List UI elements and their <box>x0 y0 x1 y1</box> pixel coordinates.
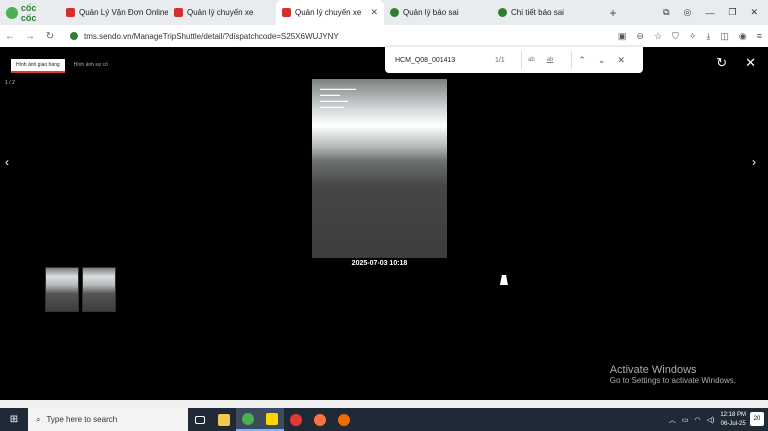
brand-label: cốc cốc <box>20 2 37 23</box>
whole-word-icon[interactable]: ab <box>547 57 554 63</box>
extensions-icon[interactable]: ✧ <box>689 31 697 42</box>
menu-icon[interactable]: ≡ <box>757 31 762 41</box>
search-placeholder: Type here to search <box>46 415 118 424</box>
viewer-tabs: Hình ảnh giao hàng Hình ảnh sự cố <box>11 59 113 73</box>
network-icon[interactable]: ◠ <box>694 416 700 424</box>
windows-start-icon[interactable]: ⊞ <box>0 408 28 431</box>
thumbnail[interactable] <box>82 267 116 312</box>
forward-icon[interactable]: → <box>20 31 40 42</box>
clock-time: 12:18 PM <box>720 411 746 418</box>
tab-delivery-images[interactable]: Hình ảnh giao hàng <box>11 59 65 73</box>
rotate-icon[interactable]: ↻ <box>716 55 727 71</box>
notification-center-icon[interactable]: 20 <box>750 412 764 426</box>
tab-chuyen-xe-active[interactable]: Quản lý chuyến xe ✕ <box>276 0 384 25</box>
chat-app-icon[interactable] <box>284 408 308 431</box>
sendo-favicon-icon <box>282 8 291 17</box>
photo-watermark: ▬▬▬▬▬▬▬▬▬ ▬▬▬▬▬ ▬▬▬▬▬▬▬ ▬▬▬▬▬▬ <box>320 86 356 109</box>
file-explorer-icon[interactable] <box>212 408 236 431</box>
mouse-cursor-icon <box>499 275 511 285</box>
fire-app-icon[interactable] <box>308 408 332 431</box>
zoom-icon[interactable]: ⊖ <box>636 31 644 42</box>
url-field[interactable]: tms.sendo.vn/ManageTripShuttle/detail/?d… <box>84 32 339 41</box>
windows-taskbar: ⊞ ⌕ Type here to search ︿ ▭ ◠ ◁) 12:18 P… <box>0 408 768 431</box>
tab-search-icon[interactable]: ⧉ <box>663 7 669 18</box>
find-input[interactable]: HCM_Q08_001413 <box>395 57 495 64</box>
clock-date: 06-Jul-25 <box>720 420 746 427</box>
system-tray: ︿ ▭ ◠ ◁) 12:18 PM 06-Jul-25 <box>669 408 746 431</box>
maximize-icon[interactable]: ❐ <box>728 7 736 18</box>
profile-icon[interactable]: ◎ <box>684 7 692 18</box>
main-photo: ▬▬▬▬▬▬▬▬▬ ▬▬▬▬▬ ▬▬▬▬▬▬▬ ▬▬▬▬▬▬ <box>312 79 447 258</box>
download-icon[interactable]: ⤓ <box>706 31 710 42</box>
task-view-icon[interactable] <box>188 408 212 431</box>
activate-windows-watermark: Activate Windows Go to Settings to activ… <box>610 364 736 385</box>
close-tab-icon[interactable]: ✕ <box>370 7 378 18</box>
tab-incident-images[interactable]: Hình ảnh sự cố <box>69 59 113 73</box>
thumbnail[interactable] <box>45 267 79 312</box>
shield-icon[interactable]: ⛉ <box>672 31 679 42</box>
account-icon[interactable]: ◉ <box>739 31 747 42</box>
tab-label: Quản Lý Vận Đơn Online ( <box>79 8 168 17</box>
report-favicon-icon <box>390 8 399 17</box>
find-count: 1/1 <box>495 56 505 64</box>
sticky-notes-icon[interactable] <box>260 408 284 431</box>
prev-image-icon[interactable]: ‹ <box>5 155 9 169</box>
volume-icon[interactable]: ◁) <box>707 416 715 424</box>
window-controls: ⧉ ◎ — ❐ ✕ <box>663 0 768 25</box>
image-counter: 1 / 2 <box>5 80 15 86</box>
sendo-favicon-icon <box>174 8 183 17</box>
taskbar-search[interactable]: ⌕ Type here to search <box>28 408 188 431</box>
divider <box>521 51 522 69</box>
bookmark-star-icon[interactable]: ☆ <box>654 31 662 42</box>
find-close-icon[interactable]: ✕ <box>617 55 625 66</box>
battery-icon[interactable]: ▭ <box>682 416 689 424</box>
clock[interactable]: 12:18 PM 06-Jul-25 <box>720 411 746 429</box>
sendo-favicon-icon <box>66 8 75 17</box>
find-prev-icon[interactable]: ⌃ <box>578 55 586 66</box>
sidebar-icon[interactable]: ◫ <box>720 31 729 42</box>
close-viewer-icon[interactable]: ✕ <box>745 55 756 71</box>
address-bar: ← → ↻ tms.sendo.vn/ManageTripShuttle/det… <box>0 25 768 47</box>
report-favicon-icon <box>498 8 507 17</box>
next-image-icon[interactable]: › <box>752 155 756 169</box>
viewer-toolbar: ↻ ✕ <box>716 55 756 71</box>
page-translate-icon[interactable]: ▣ <box>618 31 627 42</box>
tab-label: Quản lý báo sai <box>403 8 459 17</box>
new-tab-icon[interactable]: + <box>600 6 626 20</box>
image-viewer: Hình ảnh giao hàng Hình ảnh sự cố 1 / 2 … <box>0 47 768 400</box>
thumbnail-strip <box>45 267 116 312</box>
coccoc-browser-icon[interactable] <box>236 408 260 431</box>
reload-icon[interactable]: ↻ <box>40 31 60 42</box>
photo-timestamp: 2025-07-03 10:18 <box>351 260 408 267</box>
tab-bao-sai[interactable]: Quản lý báo sai <box>384 0 492 25</box>
match-case-icon[interactable]: ab <box>528 57 535 63</box>
activate-subtitle: Go to Settings to activate Windows. <box>609 376 736 385</box>
site-info-icon[interactable] <box>70 32 78 40</box>
tray-overflow-icon[interactable]: ︿ <box>669 415 676 425</box>
page-bottom-strip <box>0 400 768 408</box>
browser-tabbar: cốc cốc Quản Lý Vận Đơn Online ( Quản lý… <box>0 0 768 25</box>
tab-label: Quản lý chuyến xe <box>295 8 362 17</box>
close-window-icon[interactable]: ✕ <box>750 7 758 18</box>
browser-toolbar: ▣ ⊖ ☆ ⛉ ✧ ⤓ ◫ ◉ ≡ <box>618 25 762 47</box>
search-icon: ⌕ <box>36 414 41 424</box>
divider <box>571 51 573 69</box>
app-icon[interactable] <box>332 408 356 431</box>
back-icon[interactable]: ← <box>0 31 20 42</box>
find-next-icon[interactable]: ⌄ <box>598 55 606 66</box>
find-bar: HCM_Q08_001413 1/1 ab ab ⌃ ⌄ ✕ <box>385 47 643 73</box>
browser-logo[interactable]: cốc cốc <box>0 0 60 25</box>
tab-label: Quản lý chuyến xe <box>187 8 254 17</box>
tab-chuyen-xe-1[interactable]: Quản lý chuyến xe <box>168 0 276 25</box>
coccoc-logo-icon <box>6 6 18 19</box>
tab-label: Chi tiết báo sai <box>511 8 564 17</box>
tab-chi-tiet-bao-sai[interactable]: Chi tiết báo sai <box>492 0 600 25</box>
activate-title: Activate Windows <box>609 364 697 376</box>
minimize-icon[interactable]: — <box>705 8 714 18</box>
tab-van-don[interactable]: Quản Lý Vận Đơn Online ( <box>60 0 168 25</box>
